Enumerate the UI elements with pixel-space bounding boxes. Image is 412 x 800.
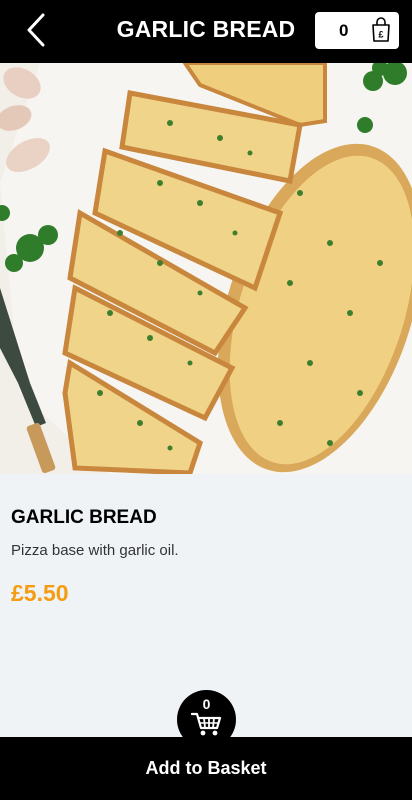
garlic-bread-photo bbox=[0, 63, 412, 474]
shopping-bag-pound-icon: £ bbox=[372, 17, 390, 42]
product-image bbox=[0, 63, 412, 474]
top-bar: GARLIC BREAD 0 £ bbox=[0, 0, 412, 63]
svg-text:£: £ bbox=[378, 30, 383, 40]
chevron-left-icon bbox=[27, 13, 45, 47]
product-description: Pizza base with garlic oil. bbox=[11, 542, 179, 559]
cart-icon bbox=[191, 712, 222, 736]
basket-button[interactable]: 0 £ bbox=[315, 12, 399, 49]
product-price: £5.50 bbox=[11, 580, 69, 606]
basket-count: 0 bbox=[339, 21, 349, 40]
cart-count: 0 bbox=[202, 696, 211, 712]
product-name: GARLIC BREAD bbox=[11, 507, 157, 528]
cart-button[interactable]: 0 bbox=[177, 690, 236, 749]
back-button[interactable] bbox=[22, 12, 50, 48]
add-to-basket-label: Add to Basket bbox=[145, 758, 267, 778]
